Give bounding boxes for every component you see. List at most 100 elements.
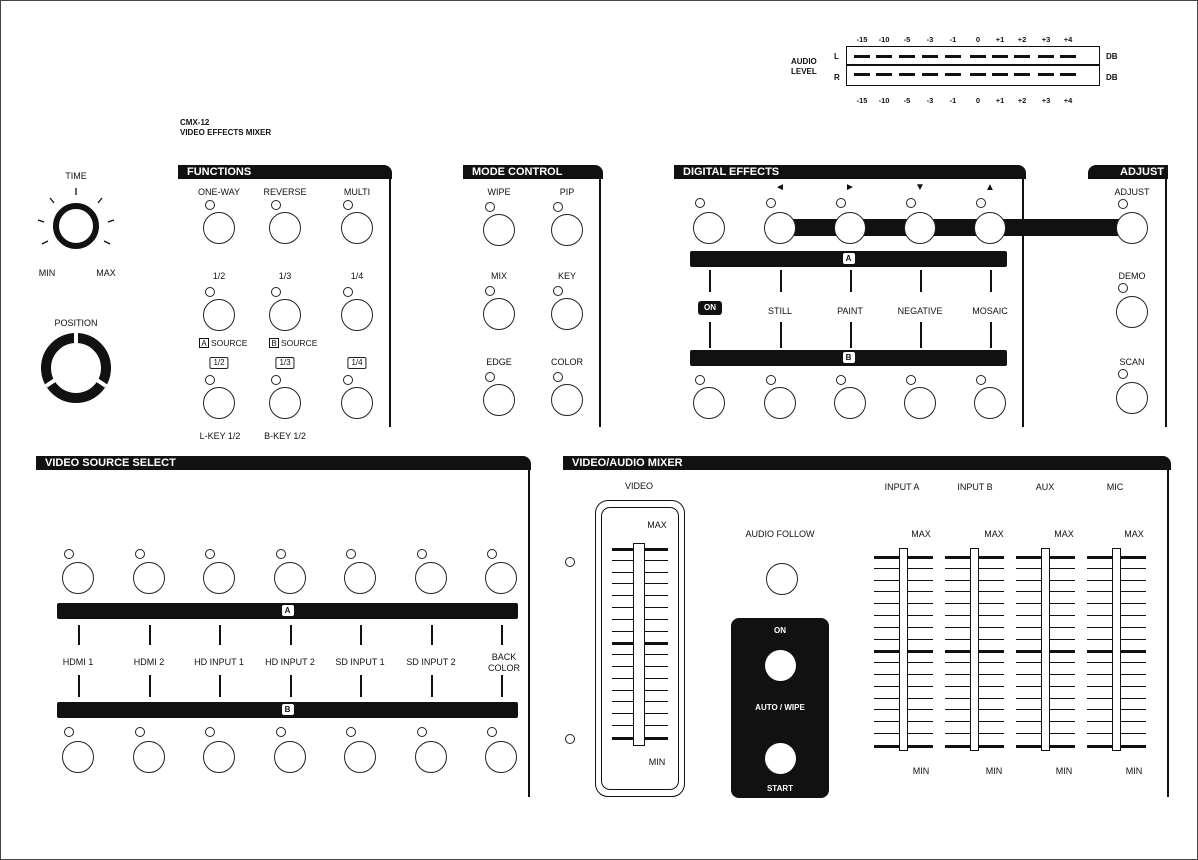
fn-ratio-button-1[interactable] [269,299,301,331]
mode-button-5[interactable] [551,384,583,416]
effects-on-badge[interactable]: ON [698,301,722,315]
source-connector-top-1 [149,625,151,645]
de-connector-bottom-3 [920,322,922,348]
de-connector-bottom-0 [709,322,711,348]
channel-min-2: MIN [1055,766,1073,776]
source-a-button-5[interactable] [415,562,447,594]
start-button[interactable] [765,743,796,774]
de-bottom-button-3[interactable] [904,387,936,419]
adjust-header: ADJUST [1120,166,1165,178]
fn-ratio-button-0[interactable] [203,299,235,331]
channel-label-1: INPUT B [957,482,993,492]
source-label-1: HDMI 2 [133,657,165,667]
mode-button-3[interactable] [551,298,583,330]
source-b-button-5[interactable] [415,741,447,773]
channel-label-3: MIC [1106,482,1124,492]
channel-0-fader-handle[interactable] [899,548,908,751]
fn-split-button-2[interactable] [341,387,373,419]
fn-button-2[interactable] [341,212,373,244]
adjust-right-border [1165,175,1167,427]
source-connector-bottom-3 [290,675,292,697]
de-connector-top-2 [850,270,852,292]
mode-button-0[interactable] [483,214,515,246]
adjust-button-0[interactable] [1116,212,1148,244]
audio-follow-button[interactable] [766,563,798,595]
de-top-button-0[interactable] [693,212,725,244]
de-arrow-0: ◄ [775,182,785,193]
meter-scale-top-0: -15 [856,35,868,44]
source-connector-top-2 [219,625,221,645]
de-top-button-4[interactable] [974,212,1006,244]
source-b-led-1 [135,727,145,737]
meter-scale-bottom-7: +2 [1017,96,1027,105]
auto-wipe-button[interactable] [765,650,796,681]
de-bottom-button-4[interactable] [974,387,1006,419]
arrow-connector-bar [780,219,1132,236]
fn-button-0[interactable] [203,212,235,244]
audio-follow-label: AUDIO FOLLOW [745,529,815,539]
source-label-5: SD INPUT 2 [406,657,456,667]
source-b-button-6[interactable] [485,741,517,773]
digital-effects-header: DIGITAL EFFECTS [674,165,1026,179]
mode-button-4[interactable] [483,384,515,416]
channel-3-fader-handle[interactable] [1112,548,1121,751]
source-b-button-4[interactable] [344,741,376,773]
channel-max-2: MAX [1054,529,1074,539]
de-connector-top-1 [780,270,782,292]
de-arrow-1: ► [845,182,855,193]
fn-split-button-0[interactable] [203,387,235,419]
meter-segment-r-7 [1014,73,1030,76]
source-bar-a-label: A [281,605,294,616]
de-top-button-2[interactable] [834,212,866,244]
source-a-button-6[interactable] [485,562,517,594]
model-name: CMX-12 [180,118,210,127]
meter-scale-bottom-3: -3 [926,96,934,105]
source-a-button-0[interactable] [62,562,94,594]
meter-segment-l-2 [899,55,915,58]
fn-ratio-button-2[interactable] [341,299,373,331]
source-a-button-1[interactable] [133,562,165,594]
fn-led-2 [343,200,353,210]
channel-min-0: MIN [912,766,930,776]
source-b-button-0[interactable] [62,741,94,773]
de-bottom-button-2[interactable] [834,387,866,419]
de-top-button-1[interactable] [764,212,796,244]
adjust-button-1[interactable] [1116,296,1148,328]
source-a-badge: A [199,338,209,348]
auto-on-label: ON [774,626,786,635]
meter-segment-l-8 [1038,55,1054,58]
start-label: START [766,784,794,793]
de-bottom-button-0[interactable] [693,387,725,419]
de-connector-top-4 [990,270,992,292]
mode-button-2[interactable] [483,298,515,330]
mode-led-3 [553,286,563,296]
fn-button-1[interactable] [269,212,301,244]
effects-bar-a-label: A [842,253,855,264]
meter-scale-top-6: +1 [995,35,1005,44]
back-color-label-2: COLOR [487,663,521,673]
channel-1-fader-handle[interactable] [970,548,979,751]
time-knob[interactable] [30,180,122,272]
fn-ratio-led-2 [343,287,353,297]
channel-label-2: AUX [1035,482,1055,492]
functions-header: FUNCTIONS [178,165,392,179]
video-fader-handle[interactable] [633,543,645,746]
channel-max-0: MAX [911,529,931,539]
source-b-button-3[interactable] [274,741,306,773]
position-label: POSITION [54,318,98,328]
source-a-button-4[interactable] [344,562,376,594]
source-b-button-1[interactable] [133,741,165,773]
source-a-button-2[interactable] [203,562,235,594]
mode-button-1[interactable] [551,214,583,246]
source-b-button-2[interactable] [203,741,235,773]
meter-segment-l-7 [1014,55,1030,58]
source-a-label: SOURCE [211,338,248,348]
de-top-button-3[interactable] [904,212,936,244]
fn-label-0: ONE-WAY [198,187,240,197]
position-ring[interactable] [38,330,114,406]
adjust-button-2[interactable] [1116,382,1148,414]
source-a-button-3[interactable] [274,562,306,594]
fn-split-button-1[interactable] [269,387,301,419]
channel-2-fader-handle[interactable] [1041,548,1050,751]
de-bottom-button-1[interactable] [764,387,796,419]
